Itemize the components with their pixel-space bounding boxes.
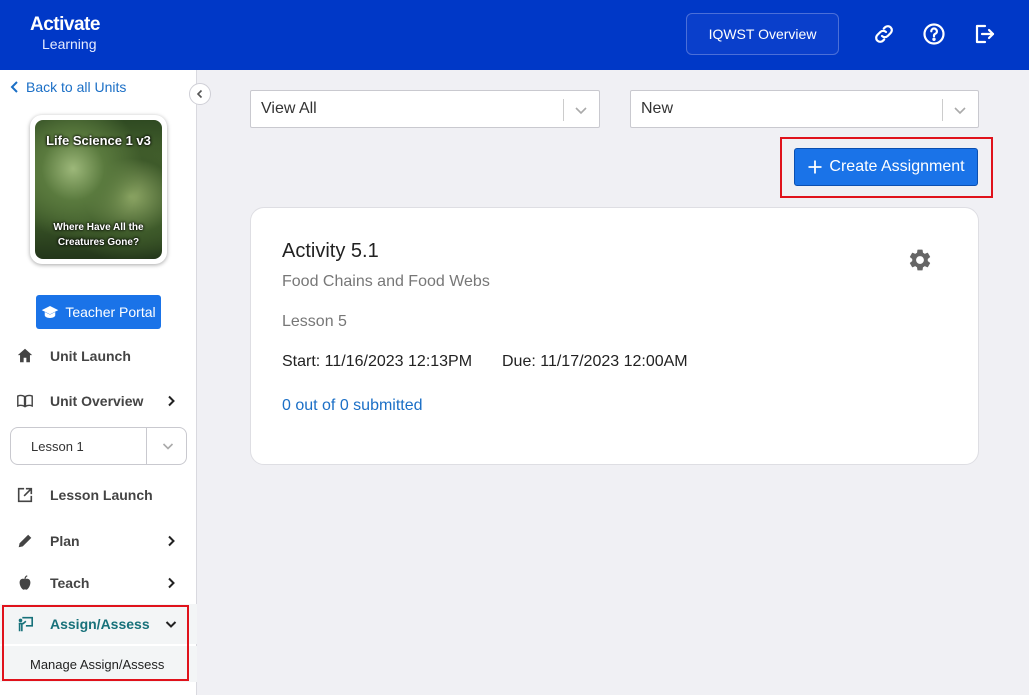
logo-line-2: Learning <box>42 36 97 52</box>
unit-cover-image: Life Science 1 v3 Where Have All the Cre… <box>35 120 162 259</box>
unit-cover[interactable]: Life Science 1 v3 Where Have All the Cre… <box>30 115 167 264</box>
chevron-down-icon <box>954 107 966 115</box>
graduation-cap-icon <box>42 306 59 318</box>
assignment-title: Activity 5.1 <box>282 240 379 262</box>
chevron-down-icon <box>162 443 174 450</box>
apple-icon <box>19 575 31 590</box>
status-filter-select[interactable]: New <box>630 90 979 128</box>
logo-line-1: Activate <box>30 14 100 35</box>
assignment-due-date: Due: 11/17/2023 12:00AM <box>502 353 688 370</box>
status-filter-value: New <box>641 100 674 117</box>
teacher-portal-label: Teacher Portal <box>65 304 156 320</box>
collapse-sidebar-button[interactable] <box>189 83 211 105</box>
select-divider <box>146 428 147 464</box>
help-icon[interactable] <box>922 22 946 46</box>
assignment-lesson: Lesson 5 <box>282 313 347 330</box>
activate-learning-logo[interactable]: Activate Learning <box>30 14 100 52</box>
unit-cover-subtitle: Where Have All the Creatures Gone? <box>53 222 144 248</box>
teacher-portal-button[interactable]: Teacher Portal <box>36 295 161 329</box>
top-bar: Activate Learning IQWST Overview <box>0 0 1029 70</box>
external-link-icon <box>17 487 33 503</box>
view-filter-value: View All <box>261 100 317 117</box>
create-assignment-button[interactable]: Create Assignment <box>794 148 978 186</box>
chevron-down-icon <box>575 107 587 115</box>
chevron-left-icon <box>196 89 203 99</box>
sidebar-item-unit-overview[interactable]: Unit Overview <box>0 381 197 421</box>
iqwst-overview-button[interactable]: IQWST Overview <box>686 13 839 55</box>
home-icon <box>17 348 33 363</box>
pencil-icon <box>18 534 32 548</box>
highlight-box-assign-assess <box>2 605 189 681</box>
lesson-select-value: Lesson 1 <box>31 439 84 454</box>
sidebar-item-plan[interactable]: Plan <box>0 521 197 561</box>
logout-icon[interactable] <box>972 22 996 46</box>
sidebar-item-label: Teach <box>50 575 90 591</box>
submissions-link[interactable]: 0 out of 0 submitted <box>282 397 423 415</box>
view-filter-select[interactable]: View All <box>250 90 600 128</box>
sidebar-item-teach[interactable]: Teach <box>0 563 197 603</box>
chevron-right-icon <box>168 577 175 589</box>
sidebar-item-unit-launch[interactable]: Unit Launch <box>0 336 197 376</box>
chevron-right-icon <box>168 395 175 407</box>
chevron-left-icon <box>10 81 18 93</box>
link-icon[interactable] <box>872 22 896 46</box>
select-divider <box>563 99 564 121</box>
assignment-start-date: Start: 11/16/2023 12:13PM <box>282 353 473 370</box>
sidebar-item-label: Lesson Launch <box>50 487 153 503</box>
sidebar-item-label: Unit Launch <box>50 348 131 364</box>
select-divider <box>942 99 943 121</box>
lesson-select[interactable]: Lesson 1 <box>10 427 187 465</box>
gear-icon[interactable] <box>907 247 933 273</box>
assignment-subtitle: Food Chains and Food Webs <box>282 273 490 290</box>
assignment-card: Activity 5.1 Food Chains and Food Webs L… <box>250 207 979 465</box>
book-icon <box>17 394 33 408</box>
sidebar-item-label: Plan <box>50 533 80 549</box>
back-to-units-link[interactable]: Back to all Units <box>10 79 126 95</box>
back-link-label: Back to all Units <box>26 79 127 95</box>
sidebar-item-lesson-launch[interactable]: Lesson Launch <box>0 475 197 515</box>
unit-cover-title: Life Science 1 v3 <box>46 133 151 148</box>
sidebar-item-label: Unit Overview <box>50 393 144 409</box>
plus-icon <box>808 160 822 174</box>
chevron-right-icon <box>168 535 175 547</box>
create-assignment-label: Create Assignment <box>829 158 965 175</box>
